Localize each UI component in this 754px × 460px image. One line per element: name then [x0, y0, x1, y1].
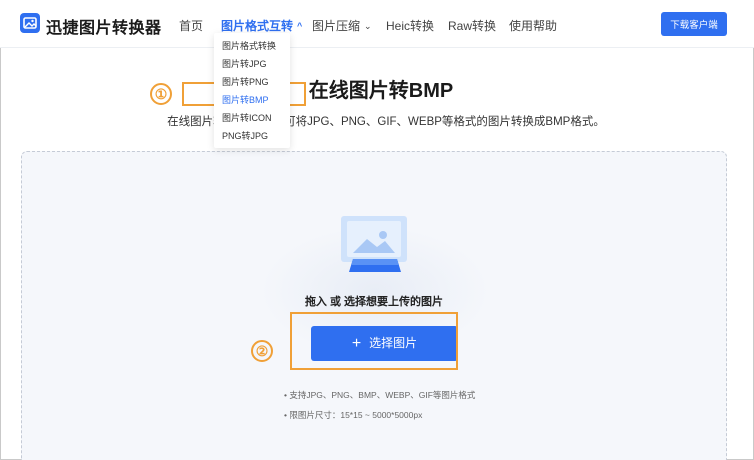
image-upload-icon: [341, 216, 407, 272]
chevron-down-icon: ⌄: [364, 21, 372, 31]
nav-compress[interactable]: 图片压缩 ⌄: [312, 17, 372, 34]
dropdown-item-to-bmp[interactable]: 图片转BMP: [222, 93, 269, 106]
nav-format-convert[interactable]: 图片格式互转 ^: [221, 17, 302, 34]
page-title: 在线图片转BMP: [308, 80, 454, 102]
nav-raw[interactable]: Raw转换: [448, 17, 496, 34]
drop-hint-text: 拖入 或 选择想要上传的图片: [304, 296, 444, 308]
size-limit-note: • 限图片尺寸：15*15 ~ 5000*5000px: [284, 410, 423, 420]
dropdown-item-to-jpg[interactable]: 图片转JPG: [222, 57, 267, 70]
upload-dropzone[interactable]: 拖入 或 选择想要上传的图片 + 选择图片 • 支持JPG、PNG、BMP、WEB…: [21, 151, 727, 460]
nav-help[interactable]: 使用帮助: [509, 17, 557, 34]
nav-compress-label: 图片压缩: [312, 19, 361, 33]
annotation-box-select-button: [290, 312, 458, 370]
chevron-up-icon: ^: [297, 21, 303, 31]
nav-heic[interactable]: Heic转换: [386, 17, 434, 34]
download-client-button[interactable]: 下载客户端: [661, 12, 727, 36]
nav-format-convert-label: 图片格式互转: [221, 19, 294, 33]
format-dropdown-menu: 图片格式转换 图片转JPG 图片转PNG 图片转BMP 图片转ICON PNG转…: [214, 33, 290, 148]
supported-formats-note: • 支持JPG、PNG、BMP、WEBP、GIF等图片格式: [284, 390, 476, 400]
top-header: 迅捷图片转换器 首页 图片格式互转 ^ 图片压缩 ⌄ Heic转换 Raw转换 使用…: [0, 0, 754, 48]
annotation-step-1: ①: [150, 83, 172, 105]
dropdown-item-format-convert[interactable]: 图片格式转换: [222, 39, 276, 52]
nav-home[interactable]: 首页: [179, 17, 203, 34]
annotation-step-2: ②: [251, 340, 273, 362]
brand-logo-icon[interactable]: [20, 13, 40, 33]
dropdown-item-to-icon[interactable]: 图片转ICON: [222, 111, 272, 124]
page-subtitle: 在线图片转BMP工具，可将JPG、PNG、GIF、WEBP等格式的图片转换成BM…: [167, 116, 605, 128]
dropdown-item-to-png[interactable]: 图片转PNG: [222, 75, 269, 88]
brand-name[interactable]: 迅捷图片转换器: [46, 14, 162, 38]
dropdown-item-png-to-jpg[interactable]: PNG转JPG: [222, 129, 268, 142]
